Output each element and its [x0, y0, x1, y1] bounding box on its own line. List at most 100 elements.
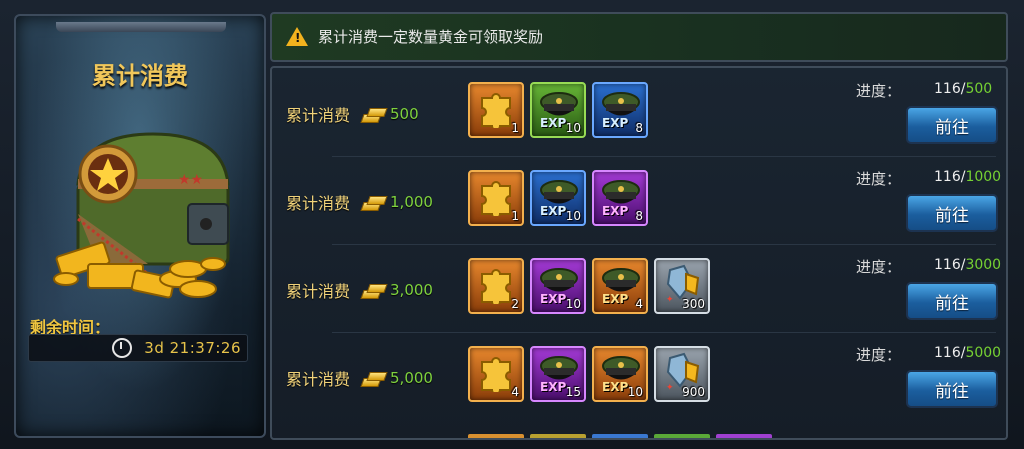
item-count: 300	[682, 297, 705, 311]
exp-tag: EXP	[602, 380, 629, 394]
reward-item[interactable]: EXP 10	[530, 170, 586, 226]
row-divider	[332, 156, 996, 157]
threshold-amount: 3,000	[390, 281, 433, 299]
row-label-text: 累计消费	[286, 282, 351, 301]
warning-icon: !	[286, 27, 308, 46]
reward-item[interactable]: ✦ 300	[654, 258, 710, 314]
peek-item	[468, 434, 524, 438]
svg-text:✦: ✦	[666, 383, 674, 392]
exp-tag: EXP	[602, 292, 629, 306]
item-count: 10	[627, 385, 643, 399]
progress-total: 5000	[965, 345, 1002, 361]
reward-items: 2 EXP 10 EXP 4 ✦ 300	[468, 258, 710, 314]
reward-item[interactable]: EXP 8	[592, 82, 648, 138]
item-count: 10	[565, 121, 581, 135]
gold-bar-icon	[360, 105, 388, 123]
threshold-amount: 1,000	[390, 193, 433, 211]
reward-item[interactable]: 4	[468, 346, 524, 402]
exp-tag: EXP	[540, 116, 567, 130]
exp-tag: EXP	[540, 204, 567, 218]
reward-item[interactable]: EXP 8	[592, 170, 648, 226]
progress-value: 116/500	[934, 81, 993, 97]
reward-item[interactable]: 1	[468, 82, 524, 138]
go-button[interactable]: 前往	[906, 194, 998, 232]
item-count: 4	[635, 297, 643, 311]
progress-total: 1000	[965, 169, 1002, 185]
svg-text:★★: ★★	[178, 172, 203, 188]
svg-text:✦: ✦	[666, 295, 674, 304]
reward-items: 1 EXP 10 EXP 8	[468, 82, 648, 138]
row-label-text: 累计消费	[286, 194, 351, 213]
progress-value: 116/1000	[934, 169, 1002, 185]
progress-total: 3000	[965, 257, 1002, 273]
countdown-value: 3d 21:37:26	[144, 339, 241, 357]
countdown-box: 3d 21:37:26	[28, 334, 248, 362]
reward-row: 累计消费 5,000 4 EXP 15 EXP 10 ✦ 900 进度： 116/5000 前往	[272, 332, 1006, 420]
item-count: 15	[565, 385, 581, 399]
reward-items: 1 EXP 10 EXP 8	[468, 170, 648, 226]
reward-list[interactable]: 累计消费 500 1 EXP 10 EXP 8 进度： 116/500 前往 累计消费 1,000 1 E…	[270, 66, 1008, 440]
item-count: 4	[511, 385, 519, 399]
row-label-text: 累计消费	[286, 370, 351, 389]
progress-current: 116	[934, 345, 961, 361]
reward-row: 累计消费 500 1 EXP 10 EXP 8 进度： 116/500 前往	[272, 68, 1006, 156]
progress-value: 116/5000	[934, 345, 1002, 361]
reward-item[interactable]: ✦ 900	[654, 346, 710, 402]
reward-item[interactable]: EXP 10	[530, 82, 586, 138]
row-label-text: 累计消费	[286, 106, 351, 125]
progress-value: 116/3000	[934, 257, 1002, 273]
item-count: 8	[635, 209, 643, 223]
progress-current: 116	[934, 257, 961, 273]
row-label: 累计消费 1,000	[286, 190, 433, 214]
panel-tab-decoration	[56, 22, 226, 32]
gold-bar-icon	[360, 369, 388, 387]
exp-tag: EXP	[540, 380, 567, 394]
item-count: 1	[511, 121, 519, 135]
row-label: 累计消费 5,000	[286, 366, 433, 390]
reward-item[interactable]: EXP 10	[592, 346, 648, 402]
peek-item	[592, 434, 648, 438]
peek-item	[530, 434, 586, 438]
item-count: 10	[565, 297, 581, 311]
peek-item	[654, 434, 710, 438]
reward-row: 累计消费 1,000 1 EXP 10 EXP 8 进度： 116/1000 前往	[272, 156, 1006, 244]
item-count: 900	[682, 385, 705, 399]
panel-title: 累计消费	[92, 62, 188, 90]
gold-bar-icon	[360, 281, 388, 299]
event-window: 累计消费 ★★ 剩余时间： 3d 21:37:26 ! 累计消费一定数量黄金可领…	[0, 0, 1024, 449]
progress-label: 进度：	[856, 258, 902, 276]
notice-banner: ! 累计消费一定数量黄金可领取奖励	[270, 12, 1008, 62]
threshold-amount: 500	[390, 105, 419, 123]
reward-item[interactable]: EXP 4	[592, 258, 648, 314]
row-label: 累计消费 3,000	[286, 278, 433, 302]
exp-tag: EXP	[602, 116, 629, 130]
item-count: 2	[511, 297, 519, 311]
go-button[interactable]: 前往	[906, 370, 998, 408]
reward-item[interactable]: EXP 10	[530, 258, 586, 314]
progress-current: 116	[934, 81, 961, 97]
reward-item[interactable]: 2	[468, 258, 524, 314]
exp-tag: EXP	[602, 204, 629, 218]
exp-tag: EXP	[540, 292, 567, 306]
reward-item[interactable]: 1	[468, 170, 524, 226]
reward-row: 累计消费 3,000 2 EXP 10 EXP 4 ✦ 300 进度： 116/3000 前往	[272, 244, 1006, 332]
item-count: 10	[565, 209, 581, 223]
clock-icon	[112, 338, 133, 358]
next-row-peek	[468, 434, 772, 438]
row-divider	[332, 244, 996, 245]
notice-text: 累计消费一定数量黄金可领取奖励	[318, 28, 544, 46]
go-button[interactable]: 前往	[906, 106, 998, 144]
progress-label: 进度：	[856, 170, 902, 188]
peek-item	[716, 434, 772, 438]
progress-current: 116	[934, 169, 961, 185]
row-divider	[332, 332, 996, 333]
progress-label: 进度：	[856, 346, 902, 364]
reward-items: 4 EXP 15 EXP 10 ✦ 900	[468, 346, 710, 402]
chest-panel: 累计消费 ★★ 剩余时间： 3d 21:37:26	[14, 14, 266, 438]
item-count: 1	[511, 209, 519, 223]
row-label: 累计消费 500	[286, 102, 419, 126]
go-button[interactable]: 前往	[906, 282, 998, 320]
reward-item[interactable]: EXP 15	[530, 346, 586, 402]
treasure-chest-icon: ★★	[53, 132, 230, 299]
progress-label: 进度：	[856, 82, 902, 100]
